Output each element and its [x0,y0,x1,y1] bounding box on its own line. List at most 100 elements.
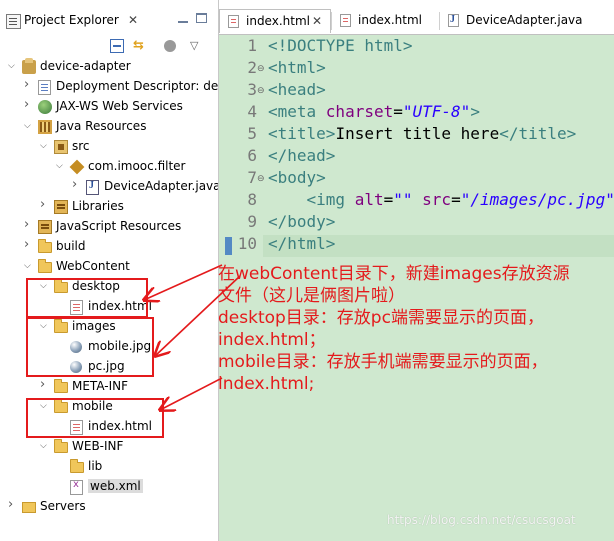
code-line[interactable]: <title>Insert title here</title> [268,124,576,143]
project-explorer-title: Project Explorer [24,13,119,27]
close-tab-icon[interactable]: ✕ [312,14,322,28]
annotation-note: 在webContent目录下，新建images存放资源 文件（这儿是俩图片啦） de… [218,263,614,395]
collapsed-twisty-icon[interactable]: › [40,377,50,392]
code-token: </head> [268,146,336,165]
code-token: <img [306,190,355,209]
tree-item-label: lib [88,459,103,473]
tree-item[interactable]: ⌵ Java Resources [0,117,218,137]
close-view-icon[interactable]: ✕ [128,13,138,27]
folder-icon [38,239,52,253]
tree-item-label: WEB-INF [72,439,124,453]
tab-index-html[interactable]: index.html [332,9,439,33]
collapsed-twisty-icon[interactable]: › [8,497,18,512]
expanded-twisty-icon[interactable]: ⌵ [40,441,50,451]
folder-icon [38,259,52,273]
collapsed-twisty-icon[interactable]: › [40,197,50,212]
images-highlight-box [26,317,154,377]
code-line[interactable]: <meta charset="UTF-8"> [268,102,480,121]
tree-item[interactable]: › META-INF [0,377,218,397]
link-with-editor-icon[interactable]: ⇆ [133,38,149,54]
editor-tab-bar: index.html ✕ index.html DeviceAdapter.ja… [219,0,614,34]
fold-toggle-icon[interactable]: ⊖ [257,64,265,74]
tree-item-label: web.xml [88,479,143,493]
mobile-highlight-box [26,398,164,438]
tree-item[interactable]: ⌵ com.imooc.filter [0,157,218,177]
fold-toggle-icon[interactable]: ⊖ [257,86,265,96]
tree-item[interactable]: ⌵ WEB-INF [0,437,218,457]
java-file-icon [448,14,459,27]
tree-item-label: WebContent [56,259,130,273]
collapse-all-icon[interactable] [110,39,124,53]
line-number: 10 [237,234,257,253]
java-file-icon [86,180,99,195]
expanded-twisty-icon[interactable]: ⌵ [40,141,50,151]
collapsed-twisty-icon[interactable]: › [24,77,34,92]
tree-item[interactable]: › Servers [0,497,218,517]
tree-item[interactable]: ⌵ src [0,137,218,157]
line-number: 6 [247,146,257,165]
expanded-twisty-icon[interactable]: ⌵ [56,161,66,171]
collapsed-twisty-icon[interactable]: › [24,97,34,112]
html-file-icon [340,14,351,27]
maximize-icon[interactable] [196,13,207,23]
package-icon [69,159,85,175]
tree-item-label: src [72,139,90,153]
code-token: <meta [268,102,326,121]
tree-item-label: DeviceAdapter.java [104,179,221,193]
line-number: 1 [247,36,257,55]
code-token: <title> [268,124,336,143]
folder-icon [70,459,84,473]
line-number: 8 [247,190,257,209]
annotation-line: 文件（这儿是俩图片啦） [218,286,405,306]
code-line[interactable]: <img alt="" src="/images/pc.jpg" [268,190,614,209]
javascript-resources-icon [38,220,52,234]
expanded-twisty-icon[interactable]: ⌵ [24,261,34,271]
tree-item-label: device-adapter [40,59,131,73]
tree-item-label: Java Resources [56,119,147,133]
tree-item[interactable]: › JavaScript Resources [0,217,218,237]
code-line[interactable]: <!DOCTYPE html> [268,36,413,55]
tree-item[interactable]: lib [0,457,218,477]
filter-icon[interactable] [164,40,176,52]
collapsed-twisty-icon[interactable]: › [24,217,34,232]
code-token: </html> [268,234,336,253]
tab-label: index.html [246,14,310,28]
xml-file-icon [70,479,83,495]
tab-index-html-active[interactable]: index.html ✕ [219,9,331,33]
collapsed-twisty-icon[interactable]: › [24,237,34,252]
project-explorer-panel: Project Explorer ✕ ⇆ ▽ ⌵ device-adapter › D… [0,0,221,541]
folder-icon [54,379,68,393]
view-menu-icon[interactable]: ▽ [190,39,206,55]
code-line[interactable]: <body> [268,168,326,187]
line-number: 7 [247,168,257,187]
fold-toggle-icon[interactable]: ⊖ [257,174,265,184]
tree-item[interactable]: › build [0,237,218,257]
tree-item[interactable]: › DeviceAdapter.java [0,177,221,197]
code-line[interactable]: </head> [268,146,335,165]
tree-item[interactable]: › Deployment Descriptor: de [0,77,218,97]
code-line[interactable]: </body> [268,212,335,231]
java-resources-icon [38,120,52,134]
expanded-twisty-icon[interactable]: ⌵ [8,61,18,71]
minimize-icon[interactable] [178,21,188,23]
line-number: 3 [247,80,257,99]
code-token: alt [354,190,384,209]
code-line[interactable]: <html> [268,58,326,77]
tree-item-label: Libraries [72,199,124,213]
tree-item-label: Servers [40,499,86,513]
tree-item[interactable]: ⌵ WebContent [0,257,218,277]
tree-item[interactable]: ⌵ device-adapter [0,57,218,77]
project-explorer-tab[interactable]: Project Explorer ✕ [0,9,218,33]
tab-device-adapter-java[interactable]: DeviceAdapter.java [440,9,614,33]
tree-item[interactable]: › JAX-WS Web Services [0,97,218,117]
code-line[interactable]: <head> [268,80,326,99]
desktop-highlight-box [26,278,148,318]
tree-item[interactable]: › Libraries [0,197,218,217]
tree-item-label: JAX-WS Web Services [56,99,183,113]
code-line[interactable]: </html> [268,234,335,253]
collapsed-twisty-icon[interactable]: › [72,177,82,192]
tree-item[interactable]: web.xml [0,477,218,497]
expanded-twisty-icon[interactable]: ⌵ [24,121,34,131]
